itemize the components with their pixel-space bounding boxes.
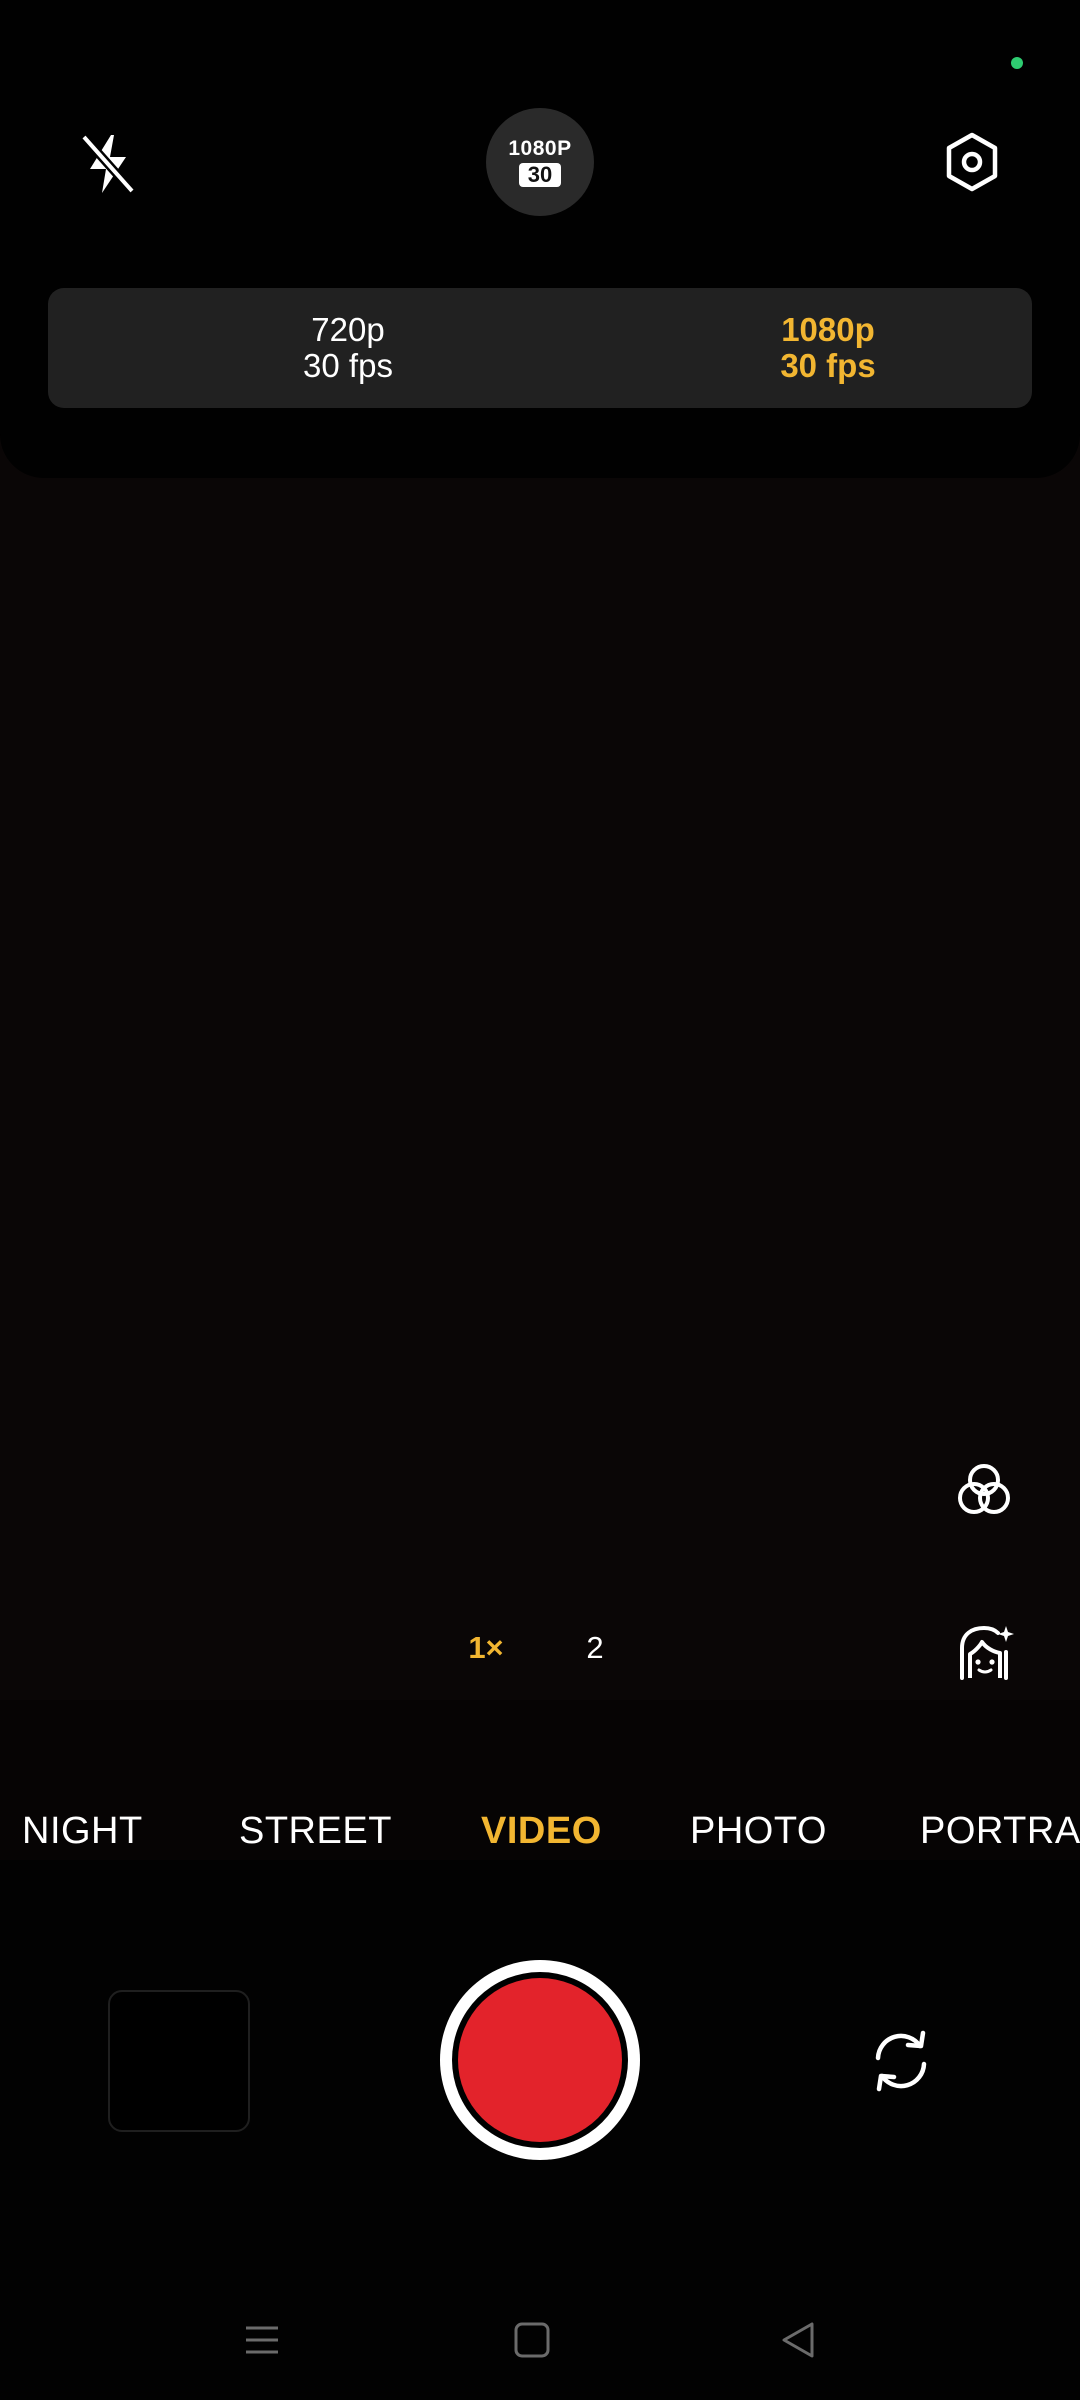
resolution-option-label: 720p [311, 311, 385, 348]
back-icon [782, 2322, 814, 2358]
system-navigation-bar [0, 2280, 1080, 2390]
resolution-badge-fps: 30 [518, 162, 562, 187]
resolution-options: 720p 30 fps 1080p 30 fps [48, 288, 1032, 408]
mode-video[interactable]: VIDEO [481, 1803, 602, 1859]
resolution-badge[interactable]: 1080P 30 [486, 108, 594, 216]
gallery-thumbnail[interactable] [108, 1990, 250, 2132]
mode-street[interactable]: STREET [239, 1803, 392, 1859]
settings-button[interactable] [932, 122, 1012, 202]
resolution-option-720p[interactable]: 720p 30 fps [198, 312, 498, 384]
zoom-2x-button[interactable]: 2 [555, 1628, 635, 1668]
switch-camera-button[interactable] [860, 2020, 942, 2102]
top-settings-panel: 1080P 30 720p 30 fps 1080p 30 fps [0, 0, 1080, 478]
mode-photo[interactable]: PHOTO [690, 1803, 827, 1859]
flash-button[interactable] [68, 124, 148, 204]
home-icon [514, 2322, 550, 2358]
nav-back-button[interactable] [768, 2310, 828, 2370]
face-beauty-icon [960, 1625, 1014, 1680]
flash-off-icon [80, 134, 136, 194]
beauty-button[interactable] [944, 1612, 1024, 1692]
mode-selector: NIGHT STREET VIDEO PHOTO PORTRAIT [0, 1803, 1080, 1859]
mode-night[interactable]: NIGHT [22, 1803, 143, 1859]
menu-icon [246, 2326, 278, 2354]
camera-in-use-indicator [1011, 57, 1023, 69]
resolution-option-1080p[interactable]: 1080p 30 fps [678, 312, 978, 384]
resolution-option-fps: 30 fps [780, 347, 876, 384]
zoom-1x-button[interactable]: 1× [446, 1628, 526, 1668]
record-button-core [458, 1978, 622, 2142]
resolution-option-fps: 30 fps [303, 347, 393, 384]
switch-camera-icon [875, 2030, 927, 2092]
resolution-badge-label: 1080P [508, 136, 572, 160]
resolution-option-label: 1080p [781, 311, 875, 348]
nav-home-button[interactable] [502, 2310, 562, 2370]
filter-button[interactable] [944, 1450, 1024, 1530]
hexagon-settings-icon [946, 132, 998, 192]
record-button[interactable] [440, 1960, 640, 2160]
nav-menu-button[interactable] [232, 2310, 292, 2370]
filter-circles-icon [958, 1464, 1010, 1514]
mode-portrait[interactable]: PORTRAIT [920, 1803, 1080, 1859]
record-button-ring [452, 1972, 628, 2148]
